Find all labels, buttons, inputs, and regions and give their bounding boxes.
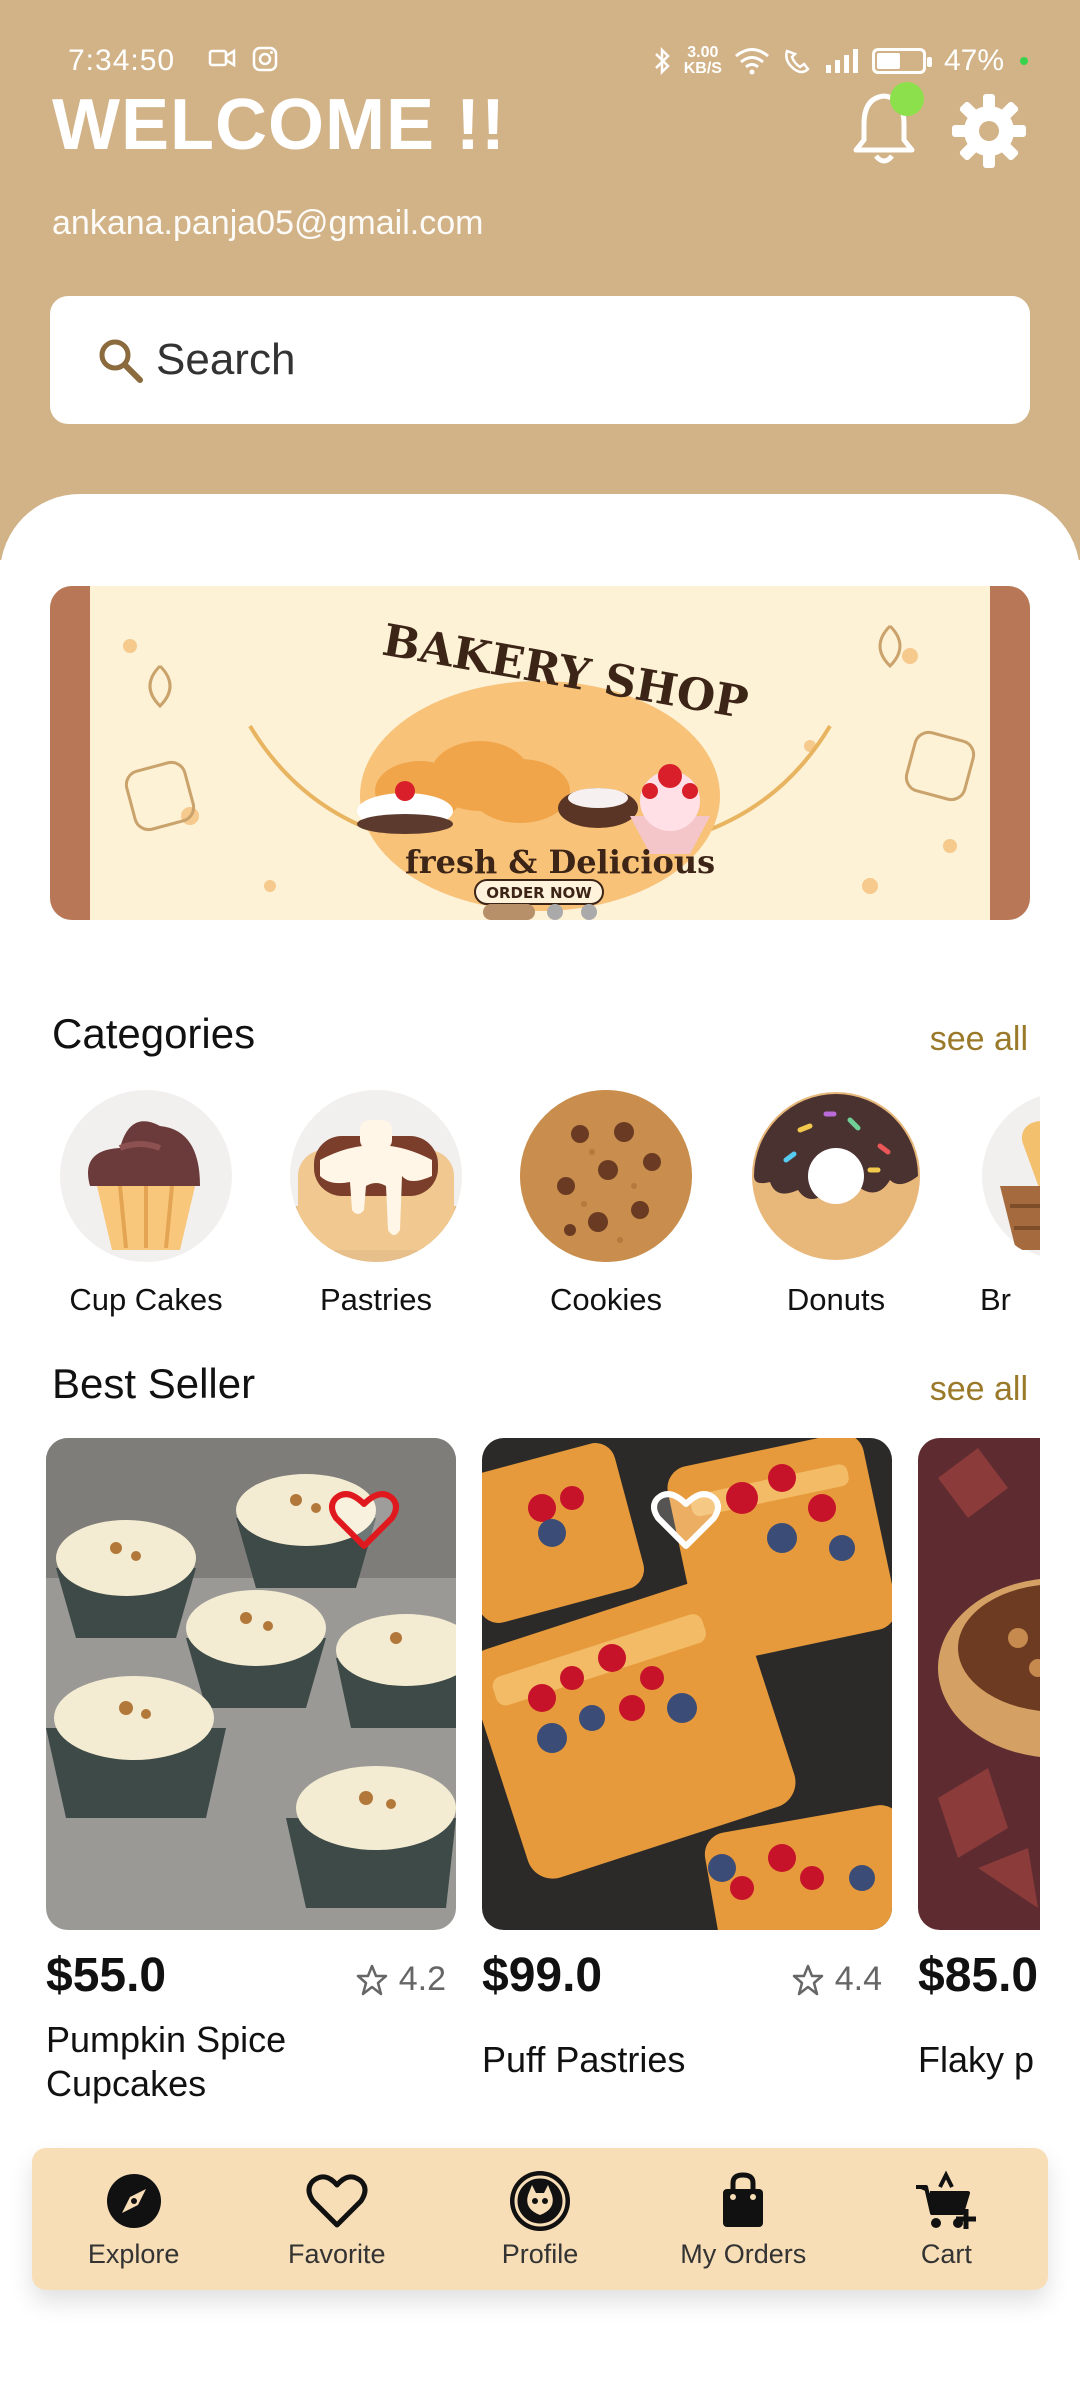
nav-explore[interactable]: Explore [32, 2148, 235, 2290]
nav-label: My Orders [680, 2238, 807, 2269]
promo-banner[interactable]: BAKERY SHOP fresh & Delicious ORDER NOW [50, 586, 1030, 920]
category-label: Cookies [550, 1282, 662, 1317]
product-rating: 4.2 [398, 1960, 446, 1998]
carousel-dot[interactable] [547, 904, 563, 920]
notification-button[interactable] [848, 82, 924, 168]
product-rating: 4.4 [834, 1960, 882, 1998]
product-name: Pumpkin Spice Cupcakes [46, 2019, 287, 2104]
nav-label: Cart [920, 2238, 972, 2269]
category-label: Donuts [786, 1282, 886, 1317]
categories-see-all[interactable]: see all [930, 1020, 1028, 1059]
best-seller-list: $55.0 4.2 Pumpkin Spice Cupcakes $99.0 4… [0, 1438, 1040, 2118]
banner-cta: ORDER NOW [486, 884, 592, 902]
cookie-icon [520, 1090, 692, 1262]
nav-my-orders[interactable]: My Orders [642, 2148, 845, 2290]
user-email: ankana.panja05@gmail.com [52, 204, 484, 242]
instagram-icon [252, 46, 278, 72]
search-placeholder: Search [156, 335, 296, 384]
product-price: $99.0 [482, 1949, 603, 2002]
search-icon [99, 339, 143, 383]
nav-label: Favorite [288, 2238, 386, 2269]
network-speed: 3.00 [687, 44, 719, 61]
battery-icon [871, 48, 932, 74]
star-icon [356, 1964, 387, 1995]
category-label: Pastries [320, 1282, 432, 1317]
categories-list: Cup Cakes Pastries Cookies Donuts Br [0, 1090, 1040, 1330]
nav-label: Explore [87, 2238, 180, 2269]
bread-basket-icon [982, 1096, 1040, 1256]
favorite-heart-icon[interactable] [328, 1488, 400, 1552]
status-dot [1020, 57, 1028, 65]
welcome-title: WELCOME !! [52, 85, 506, 165]
category-label: Cup Cakes [69, 1282, 223, 1317]
shopping-bag-icon [723, 2171, 764, 2227]
product-name: Flaky p [918, 2039, 1035, 2080]
banner-tagline: fresh & Delicious [405, 843, 715, 881]
nav-label: Profile [501, 2238, 579, 2269]
star-icon [792, 1964, 823, 1995]
call-icon [785, 49, 810, 74]
product-card[interactable]: $85.0 Flaky p [918, 1438, 1040, 2080]
favorite-heart-icon[interactable] [650, 1488, 722, 1552]
nav-profile[interactable]: Profile [438, 2148, 641, 2290]
category-donuts[interactable]: Donuts [736, 1090, 936, 1318]
battery-percent: 47% [943, 44, 1004, 77]
heart-icon [306, 2173, 368, 2227]
best-seller-title: Best Seller [52, 1360, 256, 1407]
bakery-banner-image: BAKERY SHOP fresh & Delicious ORDER NOW [50, 586, 1030, 920]
product-card[interactable]: $55.0 4.2 Pumpkin Spice Cupcakes [46, 1438, 456, 2104]
compass-icon [106, 2173, 161, 2228]
cupcake-icon [88, 1121, 200, 1250]
product-name: Puff Pastries [482, 2039, 686, 2080]
flaky-pie-photo [918, 1438, 1040, 1930]
notification-badge [890, 82, 924, 116]
carousel-dot[interactable] [581, 904, 597, 920]
category-pastries[interactable]: Pastries [276, 1090, 476, 1318]
header: 7:34:50 3.00 KB/S 47% WELCOME !! ankana.p… [0, 0, 1080, 560]
status-time: 7:34:50 [68, 44, 176, 77]
category-label: Br [980, 1282, 1011, 1317]
nav-favorite[interactable]: Favorite [235, 2148, 438, 2290]
network-speed-unit: KB/S [683, 60, 722, 77]
status-bar: 7:34:50 3.00 KB/S 47% [0, 40, 1080, 86]
category-bread[interactable]: Br [966, 1090, 1040, 1318]
best-seller-see-all[interactable]: see all [930, 1370, 1028, 1409]
category-cup-cakes[interactable]: Cup Cakes [46, 1090, 246, 1318]
cart-add-icon [916, 2170, 977, 2229]
search-bar[interactable]: Search [50, 296, 1030, 424]
donut-icon [752, 1092, 920, 1260]
categories-title: Categories [52, 1010, 256, 1057]
gear-icon [952, 94, 1026, 168]
settings-button[interactable] [950, 92, 1028, 170]
app-screen: 7:34:50 3.00 KB/S 47% WELCOME !! ankana.p… [0, 0, 1080, 2400]
wifi-icon [735, 48, 769, 75]
category-cookies[interactable]: Cookies [506, 1090, 706, 1318]
bottom-navigation: Explore Favorite Profile My Orders Cart [32, 2148, 1048, 2290]
signal-icon [825, 49, 858, 73]
nav-cart[interactable]: Cart [845, 2148, 1048, 2290]
video-icon [208, 48, 236, 68]
profile-icon [510, 2170, 570, 2231]
carousel-dot[interactable] [483, 904, 535, 920]
product-price: $85.0 [918, 1949, 1039, 2002]
bluetooth-icon [654, 46, 670, 76]
product-card[interactable]: $99.0 4.4 Puff Pastries [482, 1438, 892, 2080]
product-price: $55.0 [46, 1949, 167, 2002]
pastry-icon [290, 1120, 462, 1262]
